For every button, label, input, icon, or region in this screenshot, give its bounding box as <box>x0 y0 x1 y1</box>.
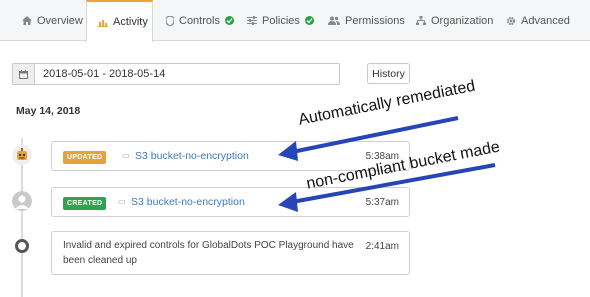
annotation-arrows <box>278 116 496 212</box>
